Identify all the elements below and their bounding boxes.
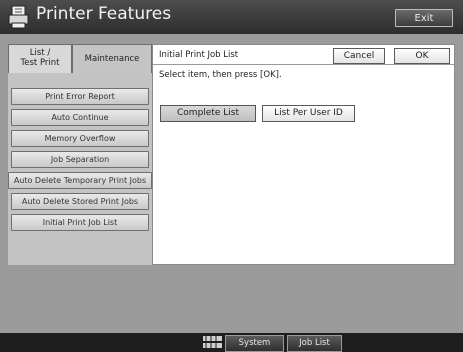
printer-icon	[8, 5, 29, 29]
sidebar-item-initial-print-job-list[interactable]: Initial Print Job List	[11, 214, 149, 231]
tab-list-test-print[interactable]: List / Test Print	[8, 44, 72, 73]
sidebar-item-job-separation[interactable]: Job Separation	[11, 151, 149, 168]
tab-list-label-line2: Test Print	[20, 58, 60, 68]
settings-panel: Initial Print Job List Cancel OK Select …	[152, 44, 455, 265]
ok-button[interactable]: OK	[394, 48, 450, 64]
option-list-per-user-id[interactable]: List Per User ID	[262, 105, 355, 122]
printer-features-screen: Printer Features Exit Maintenance List /…	[0, 0, 463, 352]
tab-bar: Maintenance List / Test Print	[8, 44, 152, 73]
sidebar-item-print-error-report[interactable]: Print Error Report	[11, 88, 149, 105]
header-bar: Printer Features Exit	[0, 0, 463, 34]
system-status-button[interactable]: System Status	[225, 335, 284, 352]
sidebar-item-auto-delete-stored[interactable]: Auto Delete Stored Print Jobs	[11, 193, 149, 210]
footer-bar: System Status Job List	[0, 333, 463, 352]
tab-maintenance-label: Maintenance	[84, 54, 140, 64]
option-complete-list[interactable]: Complete List	[160, 105, 256, 122]
panel-divider	[153, 64, 454, 65]
exit-button[interactable]: Exit	[395, 9, 453, 27]
instruction-text: Select item, then press [OK].	[159, 70, 282, 80]
page-title: Printer Features	[36, 4, 172, 24]
status-indicator-icon	[203, 336, 222, 348]
sidebar-item-auto-continue[interactable]: Auto Continue	[11, 109, 149, 126]
job-list-button[interactable]: Job List	[287, 335, 342, 352]
empty-area	[0, 265, 463, 333]
tab-maintenance[interactable]: Maintenance	[72, 44, 152, 73]
cancel-button[interactable]: Cancel	[333, 48, 385, 64]
sidebar-item-auto-delete-temporary[interactable]: Auto Delete Temporary Print Jobs	[8, 172, 152, 189]
tab-list-label-line1: List /	[29, 48, 51, 58]
panel-title: Initial Print Job List	[159, 50, 239, 60]
sidebar-item-memory-overflow[interactable]: Memory Overflow	[11, 130, 149, 147]
sidebar: Print Error Report Auto Continue Memory …	[8, 73, 152, 265]
